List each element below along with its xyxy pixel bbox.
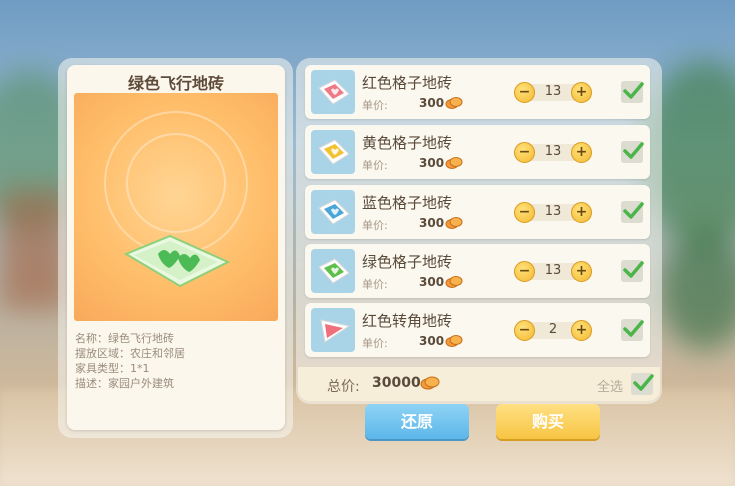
unit-price-label: 单价: <box>362 337 388 350</box>
item-info-name: 名称：绿色飞行地砖 <box>75 332 174 345</box>
unit-price: 300 <box>419 216 445 230</box>
quantity-value[interactable]: 13 <box>535 204 571 219</box>
coin-icon <box>420 376 440 390</box>
green-flying-tile-icon <box>123 234 231 288</box>
cart-item-row[interactable]: 红色转角地砖 单价: 300 − 2 + <box>305 303 650 357</box>
check-icon <box>623 82 644 99</box>
item-checkbox[interactable] <box>621 81 644 103</box>
buy-button[interactable]: 购买 <box>496 404 600 439</box>
select-all-checkbox[interactable] <box>631 373 654 395</box>
quantity-value[interactable]: 13 <box>535 263 571 278</box>
coin-icon <box>445 335 463 347</box>
item-checkbox[interactable] <box>621 141 644 163</box>
unit-price: 300 <box>419 275 445 289</box>
coin-icon <box>445 157 463 169</box>
cart-item-row[interactable]: 黄色格子地砖 单价: 300 − 13 + <box>305 125 650 179</box>
quantity-value[interactable]: 13 <box>535 84 571 99</box>
unit-price-label: 单价: <box>362 219 388 232</box>
increase-button[interactable]: + <box>571 261 592 282</box>
background-tree <box>660 230 735 350</box>
item-checkbox[interactable] <box>621 201 644 223</box>
item-name: 红色格子地砖 <box>362 74 453 92</box>
tile-icon <box>318 258 350 284</box>
unit-price-label: 单价: <box>362 159 388 172</box>
item-name: 绿色格子地砖 <box>362 253 453 271</box>
tile-thumbnail <box>311 130 355 174</box>
tile-thumbnail <box>311 190 355 234</box>
select-all-label: 全选 <box>597 380 624 395</box>
tile-thumbnail <box>311 70 355 114</box>
tile-thumbnail <box>311 249 355 293</box>
check-icon <box>623 261 644 278</box>
cart-item-row[interactable]: 蓝色格子地砖 单价: 300 − 13 + <box>305 185 650 239</box>
increase-button[interactable]: + <box>571 202 592 223</box>
tile-icon <box>318 199 350 225</box>
item-checkbox[interactable] <box>621 319 644 341</box>
total-value: 30000 <box>372 375 421 391</box>
tile-icon <box>320 319 351 343</box>
quantity-value[interactable]: 2 <box>535 322 571 337</box>
coin-icon <box>445 97 463 109</box>
decrease-button[interactable]: − <box>514 261 535 282</box>
check-icon <box>623 142 644 159</box>
coin-icon <box>445 276 463 288</box>
decrease-button[interactable]: − <box>514 320 535 341</box>
restore-button[interactable]: 还原 <box>365 404 469 439</box>
tile-icon <box>318 139 350 165</box>
item-name: 黄色格子地砖 <box>362 134 453 152</box>
decrease-button[interactable]: − <box>514 142 535 163</box>
cart-item-row[interactable]: 红色格子地砖 单价: 300 − 13 + <box>305 65 650 119</box>
decrease-button[interactable]: − <box>514 82 535 103</box>
coin-icon <box>445 217 463 229</box>
unit-price-label: 单价: <box>362 278 388 291</box>
increase-button[interactable]: + <box>571 142 592 163</box>
total-label: 总价: <box>327 379 360 395</box>
quantity-value[interactable]: 13 <box>535 144 571 159</box>
item-name: 红色转角地砖 <box>362 312 453 330</box>
unit-price-label: 单价: <box>362 99 388 112</box>
cart-item-row[interactable]: 绿色格子地砖 单价: 300 − 13 + <box>305 244 650 298</box>
tile-icon <box>318 79 350 105</box>
item-name: 蓝色格子地砖 <box>362 194 453 212</box>
unit-price: 300 <box>419 334 445 348</box>
unit-price: 300 <box>419 96 445 110</box>
item-title: 绿色飞行地砖 <box>127 74 224 93</box>
check-icon <box>623 202 644 219</box>
item-info-desc: 描述：家园户外建筑 <box>75 377 174 390</box>
check-icon <box>623 320 644 337</box>
tile-thumbnail <box>311 308 355 352</box>
item-info-type: 家具类型：1*1 <box>75 362 150 375</box>
unit-price: 300 <box>419 156 445 170</box>
increase-button[interactable]: + <box>571 82 592 103</box>
item-info-area: 摆放区域：农庄和邻居 <box>75 347 185 360</box>
increase-button[interactable]: + <box>571 320 592 341</box>
decrease-button[interactable]: − <box>514 202 535 223</box>
item-checkbox[interactable] <box>621 260 644 282</box>
check-icon <box>633 374 654 391</box>
